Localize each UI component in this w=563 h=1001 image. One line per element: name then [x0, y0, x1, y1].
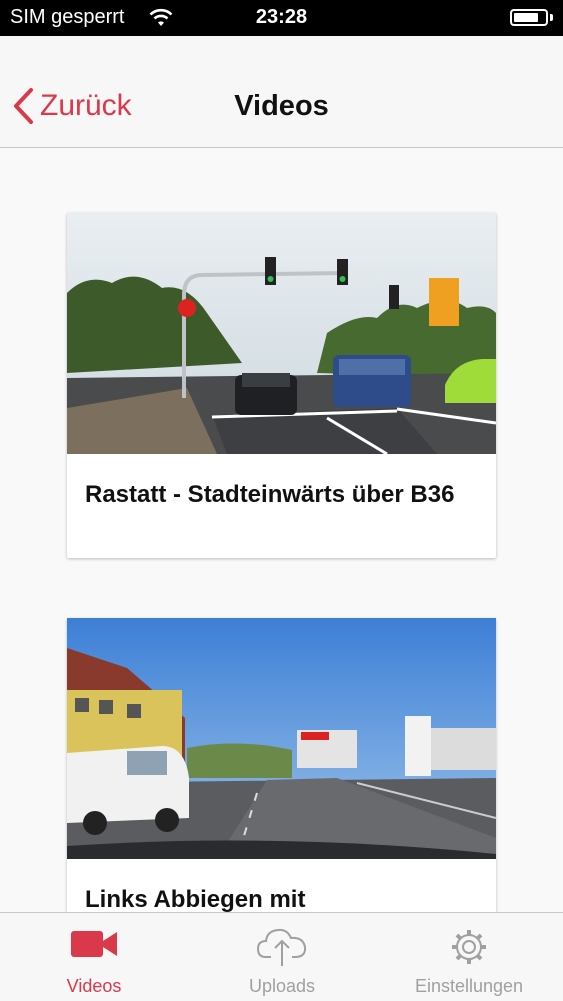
tab-bar: Videos Uploads Einstellungen	[0, 912, 563, 1001]
video-thumbnail[interactable]	[67, 213, 496, 454]
gear-tooth	[455, 933, 462, 940]
clock: 23:28	[255, 6, 308, 28]
gear-tooth	[476, 954, 483, 961]
video-title: Links Abbiegen mit	[85, 886, 306, 912]
tab-uploads[interactable]: Uploads	[212, 913, 352, 1001]
video-thumbnail[interactable]	[67, 618, 496, 859]
battery-tip	[550, 14, 553, 21]
gear-icon	[449, 927, 489, 972]
tab-label: Einstellungen	[414, 976, 524, 996]
battery-icon	[510, 9, 548, 26]
video-camera-icon	[70, 927, 118, 966]
tab-settings[interactable]: Einstellungen	[399, 913, 539, 1001]
cloud-upload-icon	[256, 927, 307, 972]
navigation-bar: Zurück Videos	[0, 36, 563, 148]
gear-tooth	[476, 933, 483, 940]
video-card[interactable]: Links Abbiegen mit	[67, 618, 496, 912]
video-card[interactable]: Rastatt - Stadteinwärts über B36	[67, 213, 496, 558]
status-bar: SIM gesperrt 23:28	[0, 0, 563, 36]
video-title: Rastatt - Stadteinwärts über B36	[85, 481, 455, 508]
gear-tooth	[455, 954, 462, 961]
page-title: Videos	[234, 90, 329, 122]
tab-label: Videos	[66, 976, 122, 996]
tab-videos[interactable]: Videos	[24, 913, 164, 1001]
video-list[interactable]: Rastatt - Stadteinwärts über B36 Links A…	[0, 148, 563, 912]
tab-label: Uploads	[248, 976, 316, 996]
